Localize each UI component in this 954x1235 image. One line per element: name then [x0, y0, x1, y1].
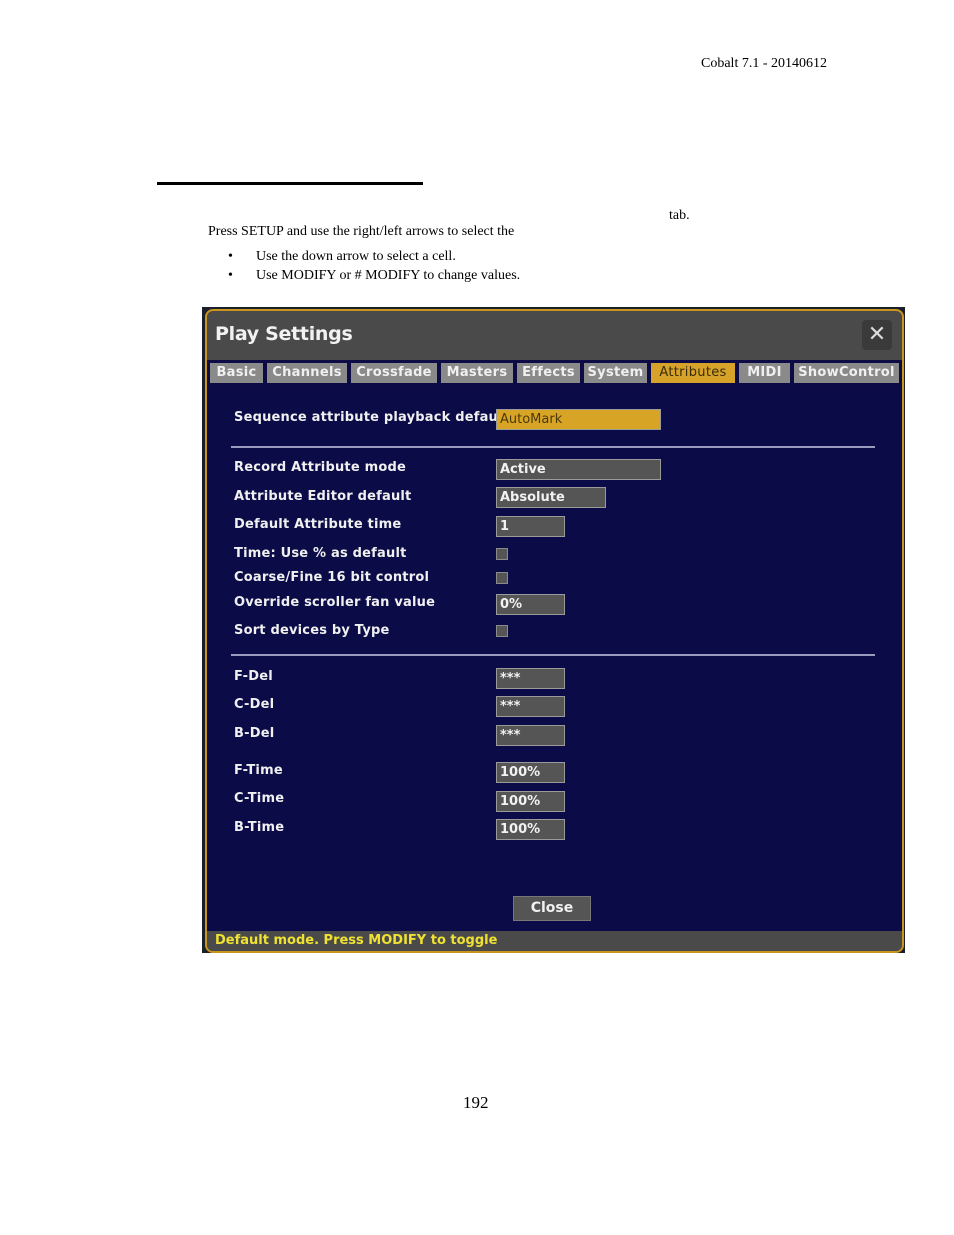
- default-attribute-time-field[interactable]: 1: [496, 516, 565, 537]
- instruction-list: • Use the down arrow to select a cell. • U…: [228, 249, 520, 287]
- attribute-editor-default-field[interactable]: Absolute: [496, 487, 606, 508]
- tab-bar: Basic Channels Crossfade Masters Effects…: [207, 360, 902, 386]
- setting-label: Sequence attribute playback default: [234, 410, 510, 425]
- record-attribute-mode-field[interactable]: Active: [496, 459, 661, 480]
- sort-devices-by-type-checkbox[interactable]: [496, 625, 508, 637]
- setting-label: Override scroller fan value: [234, 595, 436, 610]
- bullet-icon: •: [228, 249, 233, 264]
- setting-label: Sort devices by Type: [234, 623, 390, 638]
- sequence-attr-playback-field[interactable]: AutoMark: [496, 409, 661, 430]
- settings-panel: Sequence attribute playback default Auto…: [207, 386, 902, 931]
- f-time-field[interactable]: 100%: [496, 762, 565, 783]
- time-use-percent-checkbox[interactable]: [496, 548, 508, 560]
- tab-effects[interactable]: Effects: [517, 363, 580, 383]
- list-item-text: Use MODIFY or # MODIFY to change values.: [256, 268, 521, 283]
- f-del-field[interactable]: ***: [496, 668, 565, 689]
- list-item: • Use the down arrow to select a cell.: [228, 249, 520, 268]
- separator: [231, 446, 875, 448]
- separator: [231, 654, 875, 656]
- tab-midi[interactable]: MIDI: [739, 363, 790, 383]
- play-settings-dialog: Play Settings ✕ Basic Channels Crossfade…: [205, 309, 904, 953]
- close-x-icon[interactable]: ✕: [862, 320, 892, 350]
- coarse-fine-16bit-checkbox[interactable]: [496, 572, 508, 584]
- tab-attributes[interactable]: Attributes: [651, 363, 735, 383]
- setting-label: C-Time: [234, 791, 285, 806]
- c-time-field[interactable]: 100%: [496, 791, 565, 812]
- status-bar: Default mode. Press MODIFY to toggle: [207, 931, 902, 951]
- setting-label: Attribute Editor default: [234, 489, 412, 504]
- setting-label: B-Time: [234, 820, 285, 835]
- intro-tail: tab.: [669, 208, 690, 223]
- tab-basic[interactable]: Basic: [210, 363, 263, 383]
- b-del-field[interactable]: ***: [496, 725, 565, 746]
- setting-label: B-Del: [234, 726, 275, 741]
- list-item-text: Use the down arrow to select a cell.: [256, 249, 456, 264]
- b-time-field[interactable]: 100%: [496, 819, 565, 840]
- dialog-title: Play Settings: [215, 323, 353, 345]
- section-rule: [157, 182, 423, 185]
- bullet-icon: •: [228, 268, 233, 283]
- setting-label: Time: Use % as default: [234, 546, 407, 561]
- setting-label: F-Del: [234, 669, 273, 684]
- list-item: • Use MODIFY or # MODIFY to change values…: [228, 268, 520, 287]
- tab-crossfade[interactable]: Crossfade: [351, 363, 437, 383]
- intro-text: Press SETUP and use the right/left arrow…: [208, 224, 515, 239]
- tab-system[interactable]: System: [584, 363, 647, 383]
- setting-label: C-Del: [234, 697, 275, 712]
- screenshot-frame: Play Settings ✕ Basic Channels Crossfade…: [202, 307, 905, 953]
- tab-channels[interactable]: Channels: [267, 363, 347, 383]
- tab-masters[interactable]: Masters: [441, 363, 513, 383]
- setting-label: F-Time: [234, 763, 283, 778]
- setting-label: Record Attribute mode: [234, 460, 406, 475]
- setting-label: Coarse/Fine 16 bit control: [234, 570, 430, 585]
- page-number: 192: [463, 1093, 489, 1112]
- setting-label: Default Attribute time: [234, 517, 402, 532]
- close-button[interactable]: Close: [513, 896, 591, 921]
- tab-showcontrol[interactable]: ShowControl: [794, 363, 899, 383]
- c-del-field[interactable]: ***: [496, 696, 565, 717]
- header-reference: Cobalt 7.1 - 20140612: [701, 56, 827, 71]
- override-scroller-fan-field[interactable]: 0%: [496, 594, 565, 615]
